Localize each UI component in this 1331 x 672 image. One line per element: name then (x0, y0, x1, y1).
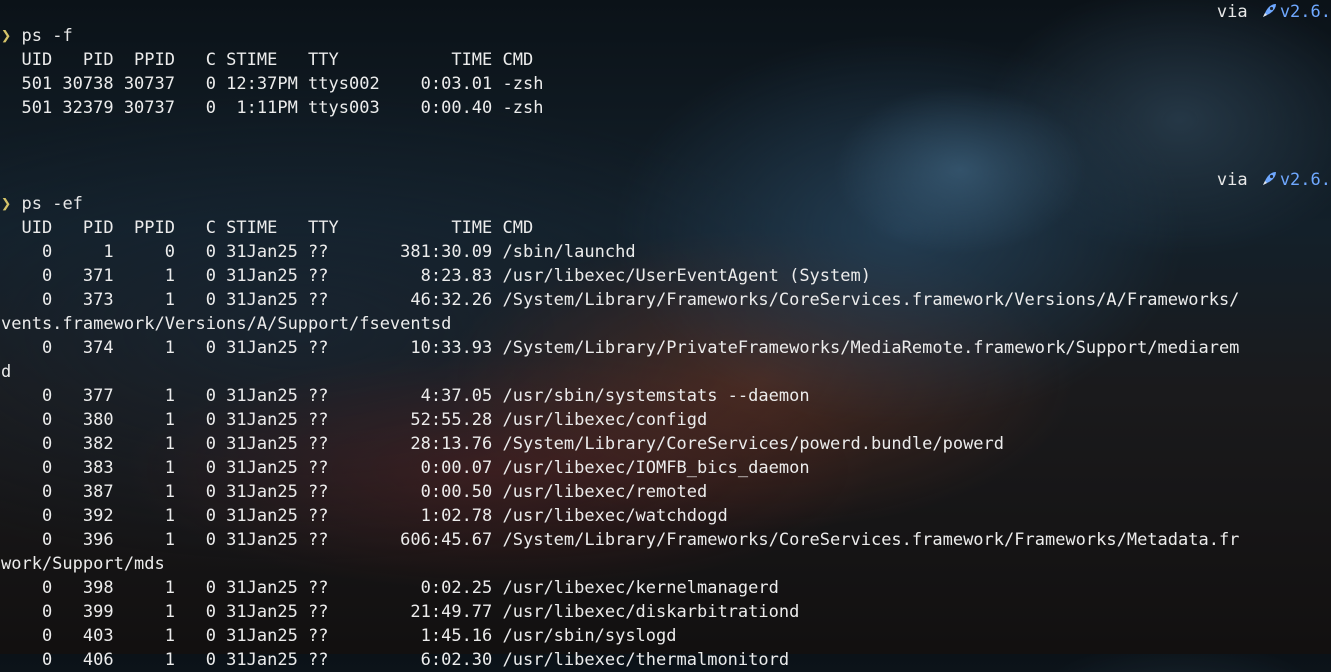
via-label: via (1216, 170, 1248, 190)
via-label: via (1216, 2, 1248, 22)
process-row: 0 380 1 0 31Jan25 ?? 52:55.28 /usr/libex… (1, 410, 708, 430)
terminal-window[interactable]: ~ via v2.6. ❯ ps -f UID PID PPID C STIME… (0, 0, 1331, 672)
process-row: vents.framework/Versions/A/Support/fseve… (1, 314, 452, 334)
ps-output-block-2: 0 1 0 0 31Jan25 ?? 381:30.09 /sbin/launc… (0, 240, 1331, 672)
process-row: 0 1 0 0 31Jan25 ?? 381:30.09 /sbin/launc… (1, 242, 636, 262)
process-row: 501 32379 30737 0 1:11PM ttys003 0:00.40… (1, 98, 544, 118)
process-row: 0 398 1 0 31Jan25 ?? 0:02.25 /usr/libexe… (1, 578, 779, 598)
process-row: d (1, 362, 12, 382)
ps-header-row: UID PID PPID C STIME TTY TIME CMD (1, 50, 534, 70)
process-row: 0 399 1 0 31Jan25 ?? 21:49.77 /usr/libex… (1, 602, 800, 622)
prompt-arrow: ❯ (1, 194, 12, 214)
process-row: 0 377 1 0 31Jan25 ?? 4:37.05 /usr/sbin/s… (1, 386, 810, 406)
process-row: 0 387 1 0 31Jan25 ?? 0:00.50 /usr/libexe… (1, 482, 708, 502)
process-row: 0 374 1 0 31Jan25 ?? 10:33.93 /System/Li… (1, 338, 1240, 358)
process-row: 501 30738 30737 0 12:37PM ttys002 0:03.0… (1, 74, 544, 94)
process-row: 0 396 1 0 31Jan25 ?? 606:45.67 /System/L… (1, 530, 1240, 550)
runtime-indicator: via v2.6. (1217, 168, 1331, 192)
ps-header-row: UID PID PPID C STIME TTY TIME CMD (1, 218, 534, 238)
command-text: ps -ef (21, 194, 83, 214)
rocket-icon (1262, 4, 1276, 17)
process-row: 0 371 1 0 31Jan25 ?? 8:23.83 /usr/libexe… (1, 266, 871, 286)
prompt-path-line: ~ via v2.6. (0, 0, 1331, 24)
runtime-version: v2.6. (1279, 170, 1331, 190)
process-row: 0 403 1 0 31Jan25 ?? 1:45.16 /usr/sbin/s… (1, 626, 677, 646)
prompt-command-line[interactable]: ❯ ps -ef (0, 192, 1331, 216)
ps-output-block-1: 501 30738 30737 0 12:37PM ttys002 0:03.0… (0, 72, 1331, 120)
command-text: ps -f (21, 26, 73, 46)
process-row: 0 383 1 0 31Jan25 ?? 0:00.07 /usr/libexe… (1, 458, 810, 478)
runtime-indicator: via v2.6. (1217, 0, 1331, 24)
prompt-command-line[interactable]: ❯ ps -f (0, 24, 1331, 48)
rocket-icon (1262, 172, 1276, 185)
process-row: 0 392 1 0 31Jan25 ?? 1:02.78 /usr/libexe… (1, 506, 728, 526)
process-row: 0 373 1 0 31Jan25 ?? 46:32.26 /System/Li… (1, 290, 1240, 310)
process-row: 0 406 1 0 31Jan25 ?? 6:02.30 /usr/libexe… (1, 650, 790, 670)
runtime-version: v2.6. (1279, 2, 1331, 22)
process-row: work/Support/mds (1, 554, 165, 574)
prompt-arrow: ❯ (1, 26, 12, 46)
prompt-path-line: ~ via v2.6. (0, 168, 1331, 192)
process-row: 0 382 1 0 31Jan25 ?? 28:13.76 /System/Li… (1, 434, 1005, 454)
